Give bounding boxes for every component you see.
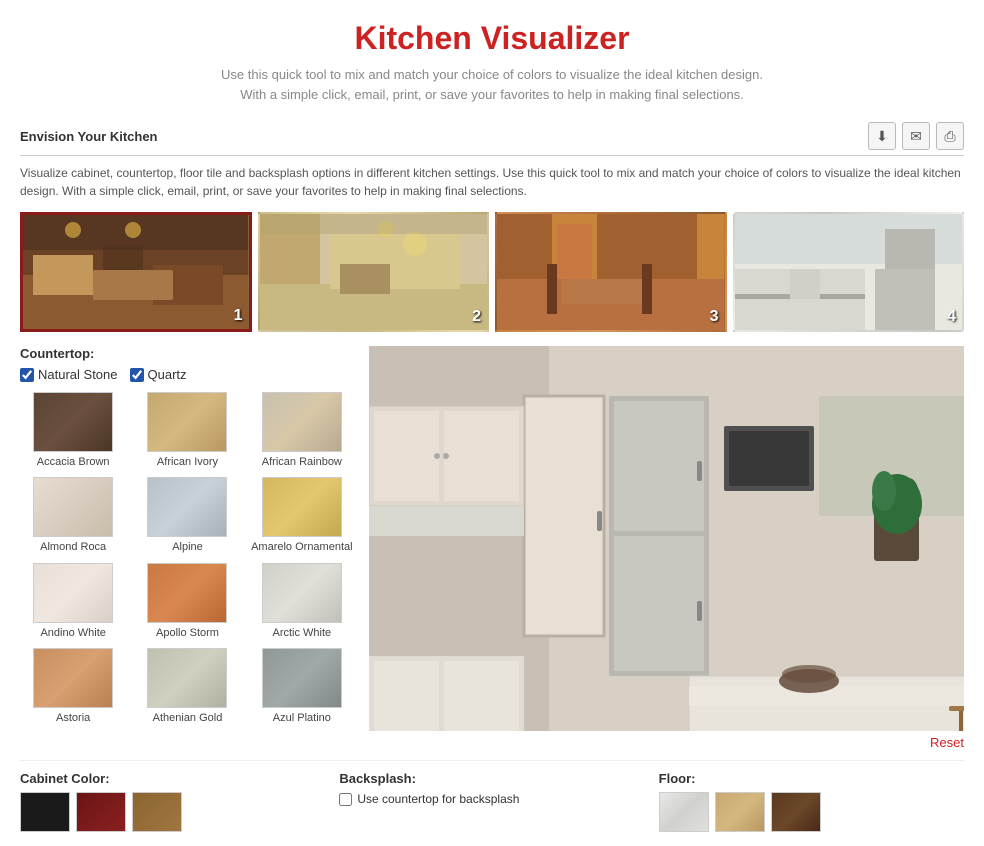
swatch-arctic-white-box [262, 563, 342, 623]
section-title: Envision Your Kitchen [20, 129, 157, 144]
swatch-almond-roca[interactable]: Almond Roca [20, 475, 126, 556]
swatch-astoria[interactable]: Astoria [20, 646, 126, 727]
swatch-amarelo-label: Amarelo Ornamental [251, 540, 353, 554]
main-content: Countertop: Natural Stone Quartz Accacia… [20, 346, 964, 750]
description-text: Visualize cabinet, countertop, floor til… [20, 164, 964, 200]
quartz-filter[interactable]: Quartz [130, 367, 187, 382]
backsplash-section: Backsplash: Use countertop for backsplas… [339, 771, 644, 832]
swatch-apollo-storm-box [147, 563, 227, 623]
section-header: Envision Your Kitchen ⬇ ✉ ⎙ [20, 122, 964, 156]
main-kitchen-image [369, 346, 964, 731]
natural-stone-filter[interactable]: Natural Stone [20, 367, 118, 382]
swatch-azul-platino[interactable]: Azul Platino [249, 646, 355, 727]
quartz-checkbox[interactable] [130, 368, 144, 382]
floor-section: Floor: [659, 771, 964, 832]
swatch-african-rainbow[interactable]: African Rainbow [249, 390, 355, 471]
natural-stone-checkbox[interactable] [20, 368, 34, 382]
swatch-alpine-box [147, 477, 227, 537]
swatch-arctic-white-label: Arctic White [272, 626, 331, 640]
swatch-alpine-label: Alpine [172, 540, 203, 554]
scene-1[interactable]: 1 [20, 212, 252, 332]
right-panel: Reset [369, 346, 964, 750]
scene-1-number: 1 [234, 307, 243, 325]
swatch-arctic-white[interactable]: Arctic White [249, 561, 355, 642]
left-panel: Countertop: Natural Stone Quartz Accacia… [20, 346, 355, 750]
swatch-african-ivory[interactable]: African Ivory [134, 390, 240, 471]
filter-row: Natural Stone Quartz [20, 367, 355, 382]
scene-2-number: 2 [472, 308, 481, 326]
swatch-andino-white[interactable]: Andino White [20, 561, 126, 642]
scene-3[interactable]: 3 [495, 212, 727, 332]
cabinet-swatch-dark-red[interactable] [76, 792, 126, 832]
swatch-athenian-gold[interactable]: Athenian Gold [134, 646, 240, 727]
countertop-label: Countertop: [20, 346, 94, 361]
natural-stone-label: Natural Stone [38, 367, 118, 382]
scene-2[interactable]: 2 [258, 212, 490, 332]
swatch-almond-roca-label: Almond Roca [40, 540, 106, 554]
print-icon: ⎙ [944, 128, 955, 145]
cabinet-swatch-wood-medium[interactable] [132, 792, 182, 832]
kitchen-visualization [369, 346, 964, 731]
swatch-amarelo-box [262, 477, 342, 537]
swatch-athenian-gold-box [147, 648, 227, 708]
save-button[interactable]: ⬇ [868, 122, 896, 150]
swatch-astoria-box [33, 648, 113, 708]
swatch-andino-white-box [33, 563, 113, 623]
swatch-accacia-brown[interactable]: Accacia Brown [20, 390, 126, 471]
scene-4[interactable]: 4 [733, 212, 965, 332]
swatch-azul-platino-box [262, 648, 342, 708]
swatch-apollo-storm[interactable]: Apollo Storm [134, 561, 240, 642]
swatch-alpine[interactable]: Alpine [134, 475, 240, 556]
print-button[interactable]: ⎙ [936, 122, 964, 150]
backsplash-label: Backsplash: [339, 771, 644, 786]
floor-swatch-dark-wood[interactable] [771, 792, 821, 832]
quartz-label: Quartz [148, 367, 187, 382]
email-icon: ✉ [910, 128, 922, 145]
swatch-amarelo[interactable]: Amarelo Ornamental [249, 475, 355, 556]
swatch-african-rainbow-label: African Rainbow [262, 455, 342, 469]
page-title: Kitchen Visualizer [20, 20, 964, 57]
swatch-accacia-brown-box [33, 392, 113, 452]
floor-swatch-marble[interactable] [659, 792, 709, 832]
page-wrapper: Kitchen Visualizer Use this quick tool t… [0, 0, 984, 842]
email-button[interactable]: ✉ [902, 122, 930, 150]
floor-swatch-light-wood[interactable] [715, 792, 765, 832]
countertop-section: Countertop: [20, 346, 355, 361]
swatch-astoria-label: Astoria [56, 711, 90, 725]
floor-label: Floor: [659, 771, 964, 786]
cabinet-section: Cabinet Color: [20, 771, 325, 832]
use-countertop-checkbox[interactable] [339, 793, 352, 806]
swatch-accacia-brown-label: Accacia Brown [37, 455, 110, 469]
swatch-almond-roca-box [33, 477, 113, 537]
toolbar-icons: ⬇ ✉ ⎙ [868, 122, 964, 150]
swatch-african-ivory-box [147, 392, 227, 452]
swatch-azul-platino-label: Azul Platino [273, 711, 331, 725]
swatches-grid: Accacia Brown African Ivory African Rain… [20, 390, 355, 727]
swatch-apollo-storm-label: Apollo Storm [156, 626, 219, 640]
swatch-african-ivory-label: African Ivory [157, 455, 218, 469]
use-countertop-label[interactable]: Use countertop for backsplash [339, 792, 644, 806]
reset-link[interactable]: Reset [369, 735, 964, 750]
cabinet-swatch-black[interactable] [20, 792, 70, 832]
floor-swatches [659, 792, 964, 832]
scene-3-number: 3 [710, 308, 719, 326]
kitchen-scenes: 1 2 [20, 212, 964, 332]
cabinet-swatches [20, 792, 325, 832]
swatch-andino-white-label: Andino White [40, 626, 105, 640]
cabinet-label: Cabinet Color: [20, 771, 325, 786]
scene-4-number: 4 [947, 308, 956, 326]
save-icon: ⬇ [876, 128, 888, 145]
bottom-section: Cabinet Color: Backsplash: Use counterto… [20, 760, 964, 832]
use-countertop-text: Use countertop for backsplash [357, 792, 519, 806]
subtitle: Use this quick tool to mix and match you… [20, 65, 964, 104]
swatch-african-rainbow-box [262, 392, 342, 452]
swatch-athenian-gold-label: Athenian Gold [153, 711, 223, 725]
